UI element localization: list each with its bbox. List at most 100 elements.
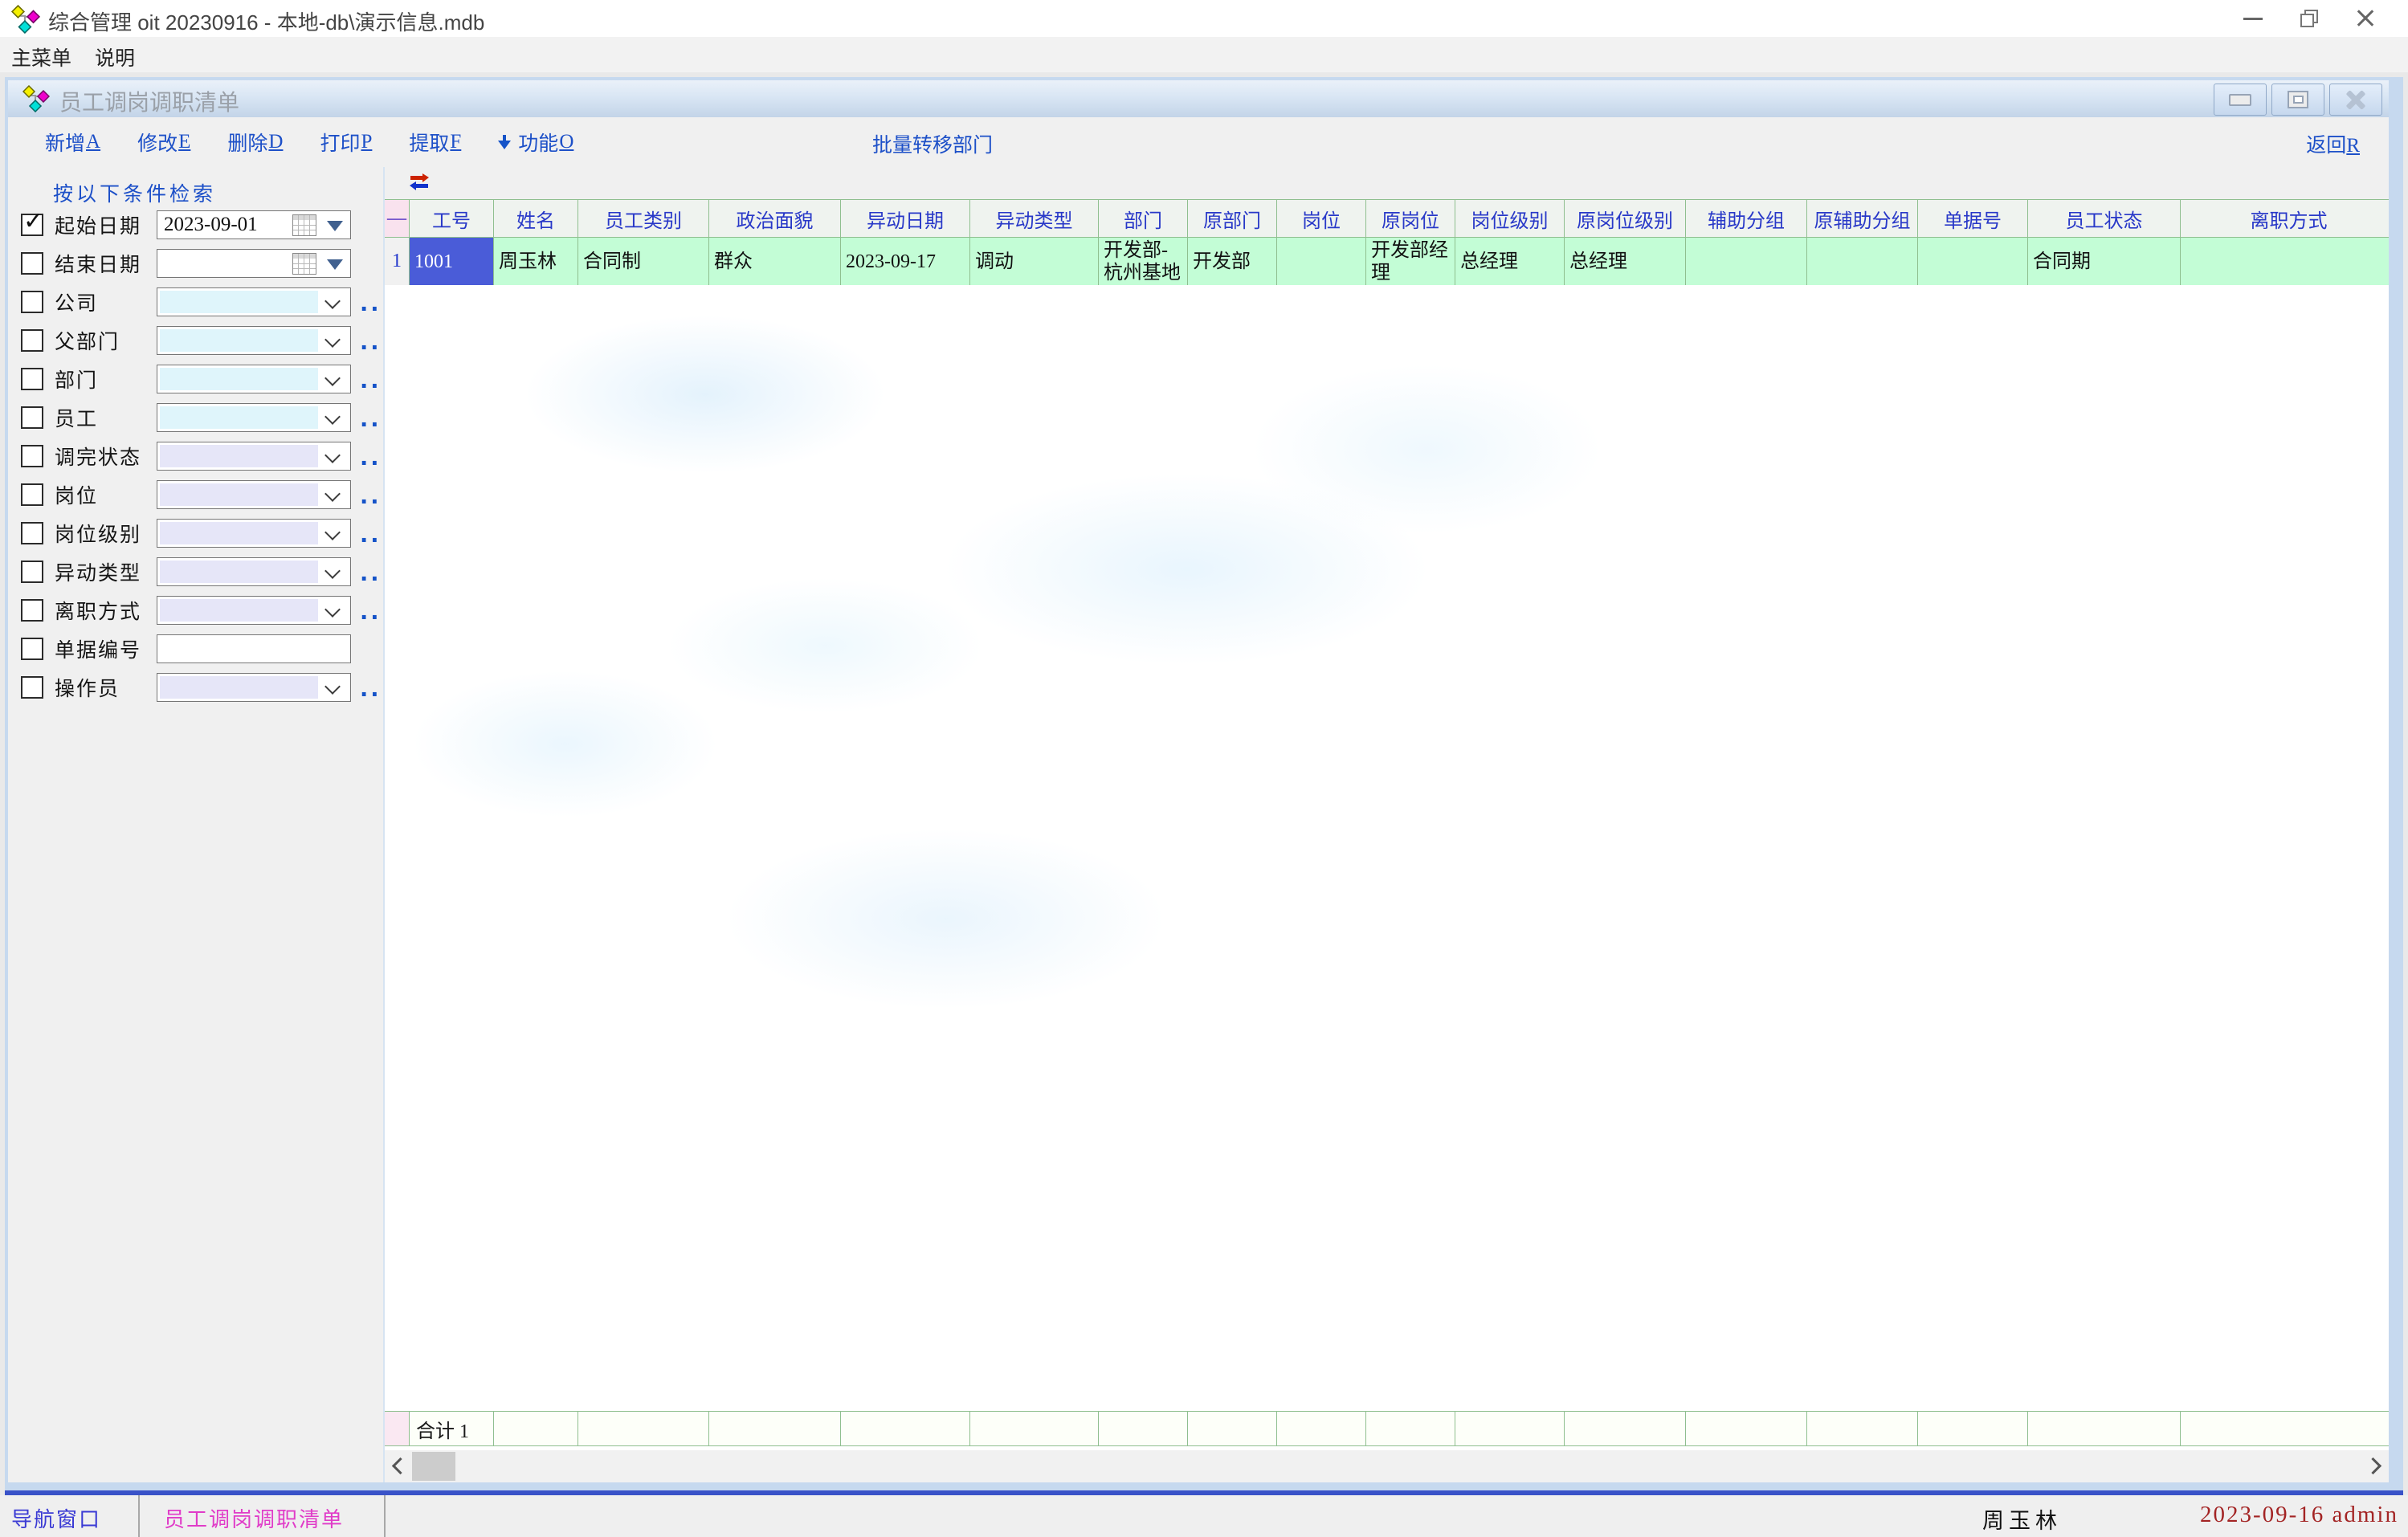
combo-8[interactable] (157, 519, 351, 548)
minimize-button[interactable] (2225, 0, 2281, 37)
col-header-12[interactable]: 原岗位级别 (1565, 200, 1686, 238)
return-button[interactable]: 返回R (2306, 129, 2360, 158)
combo-10[interactable] (157, 596, 351, 625)
browse-button-4[interactable]: .. (360, 369, 382, 393)
toolbar-button-E[interactable]: 修改E (137, 128, 190, 157)
cell-7[interactable]: 开发部 (1188, 238, 1277, 286)
cell-1[interactable]: 周玉林 (494, 238, 578, 286)
browse-button-6[interactable]: .. (360, 446, 382, 471)
col-header-13[interactable]: 辅助分组 (1686, 200, 1807, 238)
toolbar-button-D[interactable]: 删除D (227, 128, 283, 157)
scroll-right-icon[interactable] (2365, 1458, 2381, 1474)
checkbox-7[interactable] (21, 483, 43, 506)
col-header-9[interactable]: 岗位 (1277, 200, 1366, 238)
browse-button-3[interactable]: .. (360, 330, 382, 355)
toolbar-button-F[interactable]: 提取F (409, 128, 461, 157)
browse-button-9[interactable]: .. (360, 561, 382, 586)
checkbox-8[interactable] (21, 522, 43, 544)
date-input-1[interactable] (157, 249, 351, 278)
col-header-15[interactable]: 单据号 (1918, 200, 2028, 238)
close-button[interactable] (2337, 0, 2394, 37)
col-header-16[interactable]: 员工状态 (2028, 200, 2181, 238)
col-header-10[interactable]: 原岗位 (1366, 200, 1455, 238)
cell-4[interactable]: 2023-09-17 (841, 238, 970, 286)
toolbar-button-P[interactable]: 打印P (320, 128, 372, 157)
col-header-11[interactable]: 岗位级别 (1455, 200, 1565, 238)
cell-3[interactable]: 群众 (709, 238, 841, 286)
cell-6[interactable]: 开发部-杭州基地 (1099, 238, 1188, 286)
col-header-2[interactable]: 姓名 (494, 200, 578, 238)
combo-3[interactable] (157, 326, 351, 355)
checkbox-3[interactable] (21, 329, 43, 352)
browse-button-8[interactable]: .. (360, 523, 382, 548)
row-number-cell[interactable]: 1 (385, 238, 410, 286)
combo-6[interactable] (157, 442, 351, 471)
combo-7[interactable] (157, 480, 351, 509)
checkbox-5[interactable] (21, 406, 43, 429)
browse-button-7[interactable]: .. (360, 484, 382, 509)
child-close-button[interactable] (2329, 84, 2382, 116)
checkbox-6[interactable] (21, 445, 43, 467)
col-header-4[interactable]: 政治面貌 (709, 200, 841, 238)
cell-11[interactable]: 总经理 (1565, 238, 1686, 286)
statusbar-nav-window[interactable]: 导航窗口 (11, 1503, 101, 1533)
scroll-left-icon[interactable] (392, 1458, 409, 1474)
batch-transfer-button[interactable]: 批量转移部门 (872, 129, 993, 158)
col-header-3[interactable]: 员工类别 (578, 200, 709, 238)
cell-8[interactable] (1277, 238, 1366, 286)
menu-main[interactable]: 主菜单 (11, 43, 71, 71)
checkbox-9[interactable] (21, 561, 43, 583)
child-minimize-button[interactable] (2214, 84, 2267, 116)
calendar-icon[interactable] (292, 253, 316, 275)
toolbar-button-A[interactable]: 新增A (45, 128, 100, 157)
cell-15[interactable]: 合同期 (2028, 238, 2181, 286)
text-input-11[interactable] (157, 634, 351, 663)
combo-2[interactable] (157, 287, 351, 316)
toolbar-button-O[interactable]: 功能O (498, 128, 573, 157)
cell-2[interactable]: 合同制 (578, 238, 709, 286)
col-header-6[interactable]: 异动类型 (970, 200, 1099, 238)
checkbox-0[interactable]: ✓ (21, 214, 43, 236)
browse-button-5[interactable]: .. (360, 407, 382, 432)
combo-9[interactable] (157, 557, 351, 586)
checkbox-4[interactable] (21, 368, 43, 390)
combo-5[interactable] (157, 403, 351, 432)
browse-button-12[interactable]: .. (360, 677, 382, 702)
cell-0[interactable]: 1001 (410, 238, 494, 286)
col-header-14[interactable]: 原辅助分组 (1807, 200, 1918, 238)
browse-button-2[interactable]: .. (360, 292, 382, 316)
scrollbar-thumb[interactable] (412, 1452, 455, 1481)
checkbox-11[interactable] (21, 638, 43, 660)
col-header-7[interactable]: 部门 (1099, 200, 1188, 238)
child-restore-button[interactable] (2271, 84, 2324, 116)
restore-button[interactable] (2281, 0, 2337, 37)
filter-label-10: 离职方式 (55, 596, 141, 625)
checkbox-12[interactable] (21, 676, 43, 699)
browse-button-10[interactable]: .. (360, 600, 382, 625)
combo-12[interactable] (157, 673, 351, 702)
swap-icon[interactable] (409, 173, 433, 191)
cell-12[interactable] (1686, 238, 1807, 286)
cell-5[interactable]: 调动 (970, 238, 1099, 286)
combo-4[interactable] (157, 365, 351, 393)
col-header-1[interactable]: 工号 (410, 200, 494, 238)
cell-13[interactable] (1807, 238, 1918, 286)
statusbar-active-tab[interactable]: 员工调岗调职清单 (164, 1503, 344, 1533)
date-dropdown-arrow-icon[interactable] (327, 259, 343, 270)
checkbox-1[interactable] (21, 252, 43, 275)
checkbox-10[interactable] (21, 599, 43, 622)
cell-14[interactable] (1918, 238, 2028, 286)
date-dropdown-arrow-icon[interactable] (327, 221, 343, 231)
cell-10[interactable]: 总经理 (1455, 238, 1565, 286)
cell-9[interactable]: 开发部经理 (1366, 238, 1455, 286)
col-header-8[interactable]: 原部门 (1188, 200, 1277, 238)
col-header-0[interactable]: — (385, 200, 410, 238)
cell-16[interactable] (2181, 238, 2389, 286)
horizontal-scrollbar[interactable] (385, 1450, 2389, 1482)
checkbox-2[interactable] (21, 291, 43, 313)
col-header-5[interactable]: 异动日期 (841, 200, 970, 238)
col-header-17[interactable]: 离职方式 (2181, 200, 2389, 238)
calendar-icon[interactable] (292, 214, 316, 236)
menu-help[interactable]: 说明 (95, 43, 135, 71)
date-input-0[interactable]: 2023-09-01 (157, 210, 351, 239)
